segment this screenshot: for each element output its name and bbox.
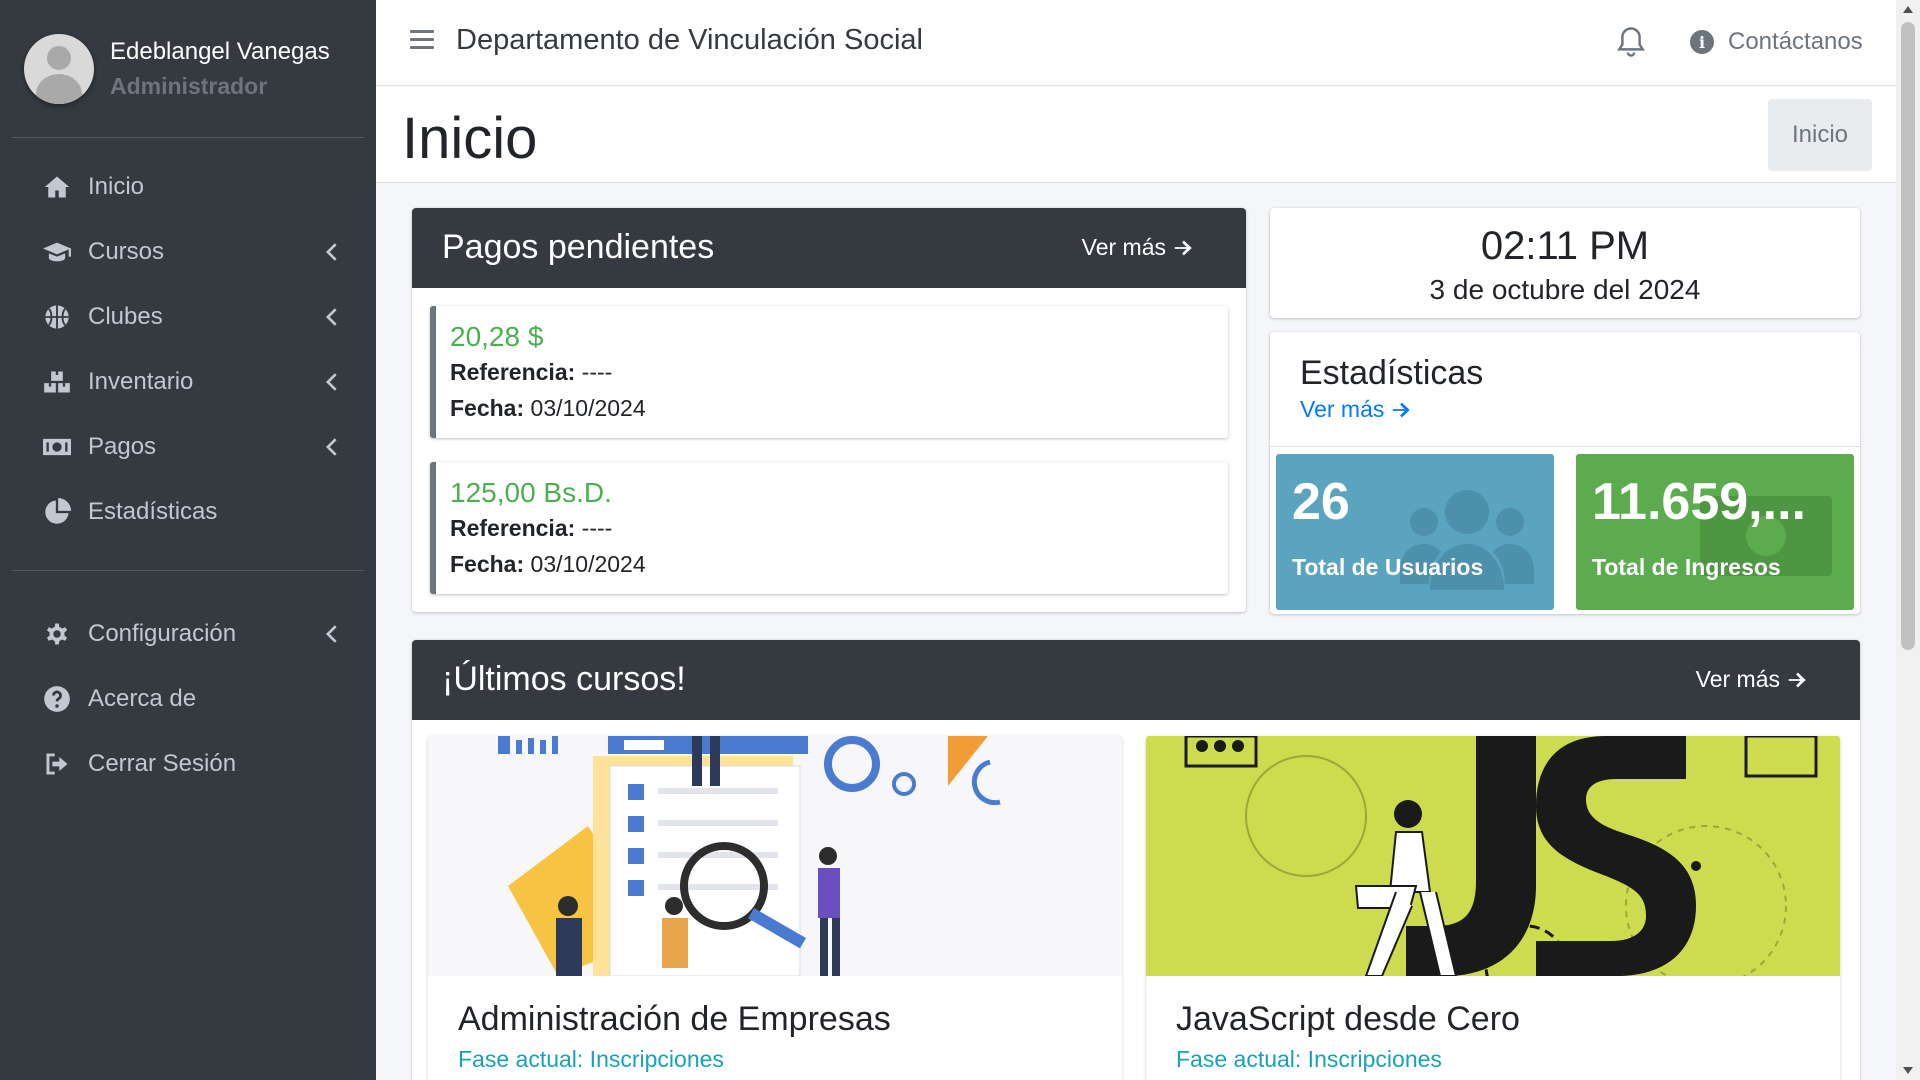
scroll-down-icon[interactable] bbox=[1903, 1067, 1913, 1074]
contact-label: Contáctanos bbox=[1728, 28, 1863, 55]
pending-payments-card: Pagos pendientes Ver más 20,28 $ Referen… bbox=[412, 208, 1246, 612]
latest-courses-more-link[interactable]: Ver más bbox=[1696, 666, 1808, 693]
info-circle-icon: i bbox=[1690, 30, 1714, 54]
sidebar-nav: Inicio Cursos Clubes Inventario Pagos Es… bbox=[0, 138, 376, 544]
course-phase: Fase actual: Inscripciones bbox=[458, 1046, 724, 1072]
course-title: Administración de Empresas bbox=[458, 1000, 891, 1038]
users-count: 26 bbox=[1292, 473, 1350, 531]
arrow-right-icon bbox=[1174, 240, 1192, 255]
clock-time: 02:11 PM bbox=[1480, 224, 1650, 268]
chevron-left-icon bbox=[322, 306, 340, 326]
user-panel[interactable]: Edeblangel Vanegas Administrador bbox=[12, 0, 364, 138]
chevron-left-icon bbox=[322, 241, 340, 261]
course-image bbox=[428, 736, 1122, 976]
sidebar-item-label: Inicio bbox=[88, 172, 145, 200]
sign-out-icon bbox=[42, 749, 72, 779]
sidebar-item-label: Clubes bbox=[88, 302, 163, 330]
contact-link[interactable]: i Contáctanos bbox=[1690, 28, 1863, 56]
sidebar-item-label: Configuración bbox=[88, 619, 237, 647]
sidebar-nav-bottom: Configuración Acerca de Cerrar Sesión bbox=[0, 601, 376, 796]
clock-date: 3 de octubre del 2024 bbox=[1429, 274, 1701, 305]
income-stat-box[interactable]: 11.659,... Total de Ingresos bbox=[1576, 454, 1854, 610]
course-title: JavaScript desde Cero bbox=[1176, 1000, 1520, 1038]
sidebar-divider bbox=[12, 570, 364, 571]
users-label: Total de Usuarios bbox=[1292, 554, 1484, 580]
scroll-up-icon[interactable] bbox=[1903, 6, 1913, 13]
menu-toggle-icon[interactable] bbox=[410, 30, 434, 54]
sidebar-item-estadisticas[interactable]: Estadísticas bbox=[0, 479, 376, 544]
statistics-title: Estadísticas bbox=[1300, 354, 1484, 392]
payment-item[interactable]: 125,00 Bs.D. Referencia: ---- Fecha: 03/… bbox=[430, 462, 1228, 594]
chevron-left-icon bbox=[322, 371, 340, 391]
user-name[interactable]: Edeblangel Vanegas bbox=[110, 35, 330, 69]
more-label: Ver más bbox=[1300, 396, 1385, 422]
sidebar-item-cursos[interactable]: Cursos bbox=[0, 219, 376, 284]
sidebar-item-label: Pagos bbox=[88, 432, 157, 460]
page-title: Inicio bbox=[402, 106, 538, 171]
bell-icon[interactable] bbox=[1616, 26, 1646, 58]
course-image bbox=[1146, 736, 1840, 976]
payment-reference: Referencia: ---- bbox=[450, 359, 613, 385]
sidebar-item-clubes[interactable]: Clubes bbox=[0, 284, 376, 349]
user-role: Administrador bbox=[110, 72, 268, 99]
pending-payments-title: Pagos pendientes bbox=[442, 228, 715, 266]
pending-payments-more-link[interactable]: Ver más bbox=[1082, 234, 1194, 261]
sidebar-item-configuracion[interactable]: Configuración bbox=[0, 601, 376, 666]
course-phase: Fase actual: Inscripciones bbox=[1176, 1046, 1442, 1072]
payment-date: Fecha: 03/10/2024 bbox=[450, 551, 646, 577]
payment-date: Fecha: 03/10/2024 bbox=[450, 395, 646, 421]
arrow-right-icon bbox=[1788, 672, 1806, 687]
content-header: Inicio Inicio bbox=[376, 87, 1896, 183]
question-circle-icon bbox=[42, 684, 72, 714]
gear-icon bbox=[42, 619, 72, 649]
course-card[interactable]: Administración de Empresas Fase actual: … bbox=[428, 736, 1122, 1080]
latest-courses-header: ¡Últimos cursos! Ver más bbox=[412, 640, 1860, 720]
payment-amount: 20,28 $ bbox=[450, 321, 544, 352]
payment-reference: Referencia: ---- bbox=[450, 515, 613, 541]
boxes-icon bbox=[42, 367, 72, 397]
avatar[interactable] bbox=[24, 33, 94, 104]
graduation-cap-icon bbox=[42, 237, 72, 267]
basketball-icon bbox=[42, 302, 72, 332]
clock-card: 02:11 PM 3 de octubre del 2024 bbox=[1270, 208, 1860, 318]
more-label: Ver más bbox=[1081, 234, 1166, 260]
sidebar-item-pagos[interactable]: Pagos bbox=[0, 414, 376, 479]
more-label: Ver más bbox=[1695, 666, 1780, 692]
chart-pie-icon bbox=[42, 497, 72, 527]
sidebar-item-inventario[interactable]: Inventario bbox=[0, 349, 376, 414]
arrow-right-icon bbox=[1393, 402, 1411, 417]
top-navbar: Departamento de Vinculación Social i Con… bbox=[376, 0, 1896, 86]
sidebar-item-label: Estadísticas bbox=[88, 497, 218, 525]
users-stat-box[interactable]: 26 Total de Usuarios bbox=[1276, 454, 1554, 610]
course-card[interactable]: JavaScript desde Cero Fase actual: Inscr… bbox=[1146, 736, 1840, 1080]
sidebar-item-label: Inventario bbox=[88, 367, 194, 395]
payment-item[interactable]: 20,28 $ Referencia: ---- Fecha: 03/10/20… bbox=[430, 306, 1228, 438]
chevron-left-icon bbox=[322, 436, 340, 456]
income-label: Total de Ingresos bbox=[1592, 554, 1781, 580]
sidebar-item-label: Cerrar Sesión bbox=[88, 749, 237, 777]
chevron-left-icon bbox=[322, 623, 340, 643]
sidebar-item-label: Cursos bbox=[88, 237, 165, 265]
sidebar: Edeblangel Vanegas Administrador Inicio … bbox=[0, 0, 376, 1080]
sidebar-item-label: Acerca de bbox=[88, 684, 197, 712]
statistics-more-link[interactable]: Ver más bbox=[1300, 396, 1412, 423]
sidebar-item-cerrar-sesion[interactable]: Cerrar Sesión bbox=[0, 731, 376, 796]
income-total: 11.659,... bbox=[1592, 473, 1806, 531]
money-bill-icon bbox=[42, 432, 72, 462]
scrollbar-thumb[interactable] bbox=[1901, 22, 1915, 650]
home-icon bbox=[42, 172, 72, 202]
pending-payments-header: Pagos pendientes Ver más bbox=[412, 208, 1246, 288]
payment-amount: 125,00 Bs.D. bbox=[450, 477, 612, 508]
statistics-card: Estadísticas Ver más 26 Total de Usuario… bbox=[1270, 332, 1860, 614]
latest-courses-title: ¡Últimos cursos! bbox=[442, 660, 686, 698]
sidebar-item-acerca-de[interactable]: Acerca de bbox=[0, 666, 376, 731]
sidebar-item-inicio[interactable]: Inicio bbox=[0, 154, 376, 219]
latest-courses-card: ¡Últimos cursos! Ver más Administración … bbox=[412, 640, 1860, 1080]
app-title: Departamento de Vinculación Social bbox=[456, 24, 923, 56]
breadcrumb[interactable]: Inicio bbox=[1768, 99, 1872, 171]
page-scrollbar[interactable] bbox=[1896, 0, 1920, 1080]
